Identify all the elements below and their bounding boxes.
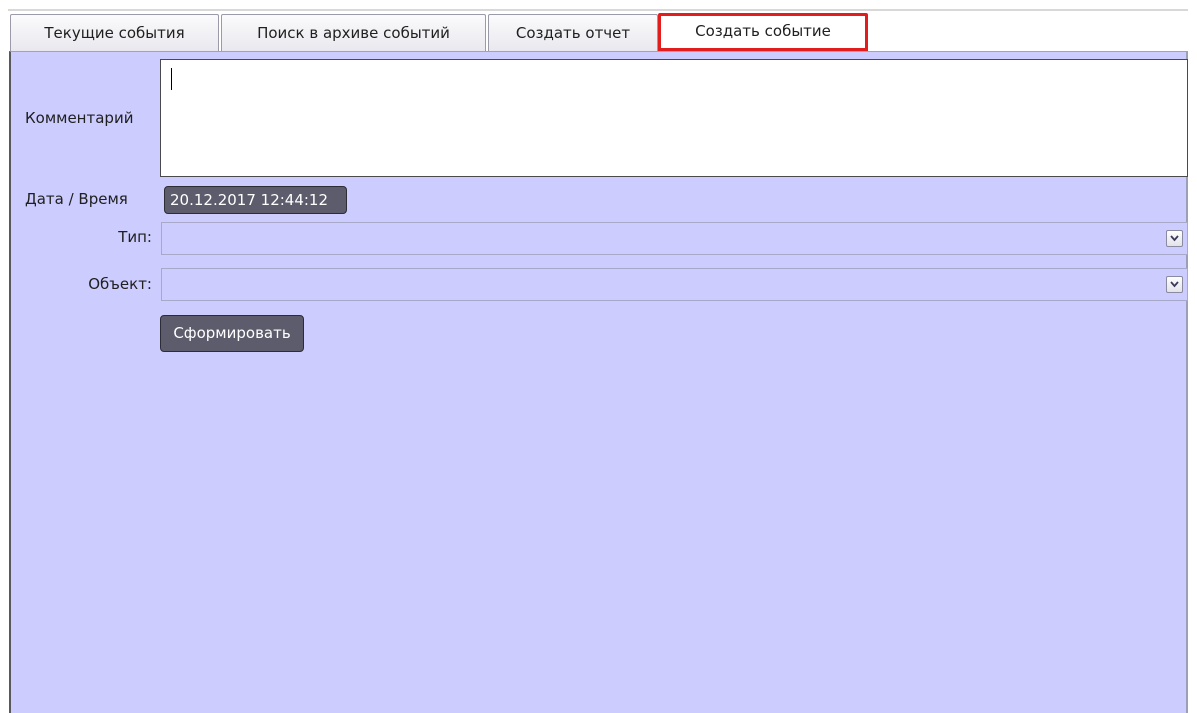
- tab-archive-search[interactable]: Поиск в архиве событий: [221, 14, 486, 51]
- comment-field[interactable]: [160, 59, 1188, 177]
- tab-current-events[interactable]: Текущие события: [10, 14, 219, 51]
- datetime-label: Дата / Время: [25, 190, 128, 208]
- type-label: Тип:: [118, 228, 152, 246]
- type-dropdown-button[interactable]: [1166, 230, 1183, 247]
- object-dropdown[interactable]: [161, 268, 1188, 301]
- chevron-down-icon: [1170, 281, 1179, 288]
- generate-button[interactable]: Сформировать: [160, 315, 304, 352]
- comment-label: Комментарий: [25, 109, 134, 127]
- datetime-field[interactable]: 20.12.2017 12:44:12: [164, 186, 347, 214]
- window-top-border: [8, 9, 1188, 11]
- object-dropdown-button[interactable]: [1166, 276, 1183, 293]
- object-label: Объект:: [88, 275, 152, 293]
- text-caret: [171, 68, 172, 90]
- tab-create-report[interactable]: Создать отчет: [488, 14, 658, 51]
- chevron-down-icon: [1170, 235, 1179, 242]
- type-dropdown[interactable]: [161, 222, 1188, 255]
- tab-create-event[interactable]: Создать событие: [658, 13, 868, 51]
